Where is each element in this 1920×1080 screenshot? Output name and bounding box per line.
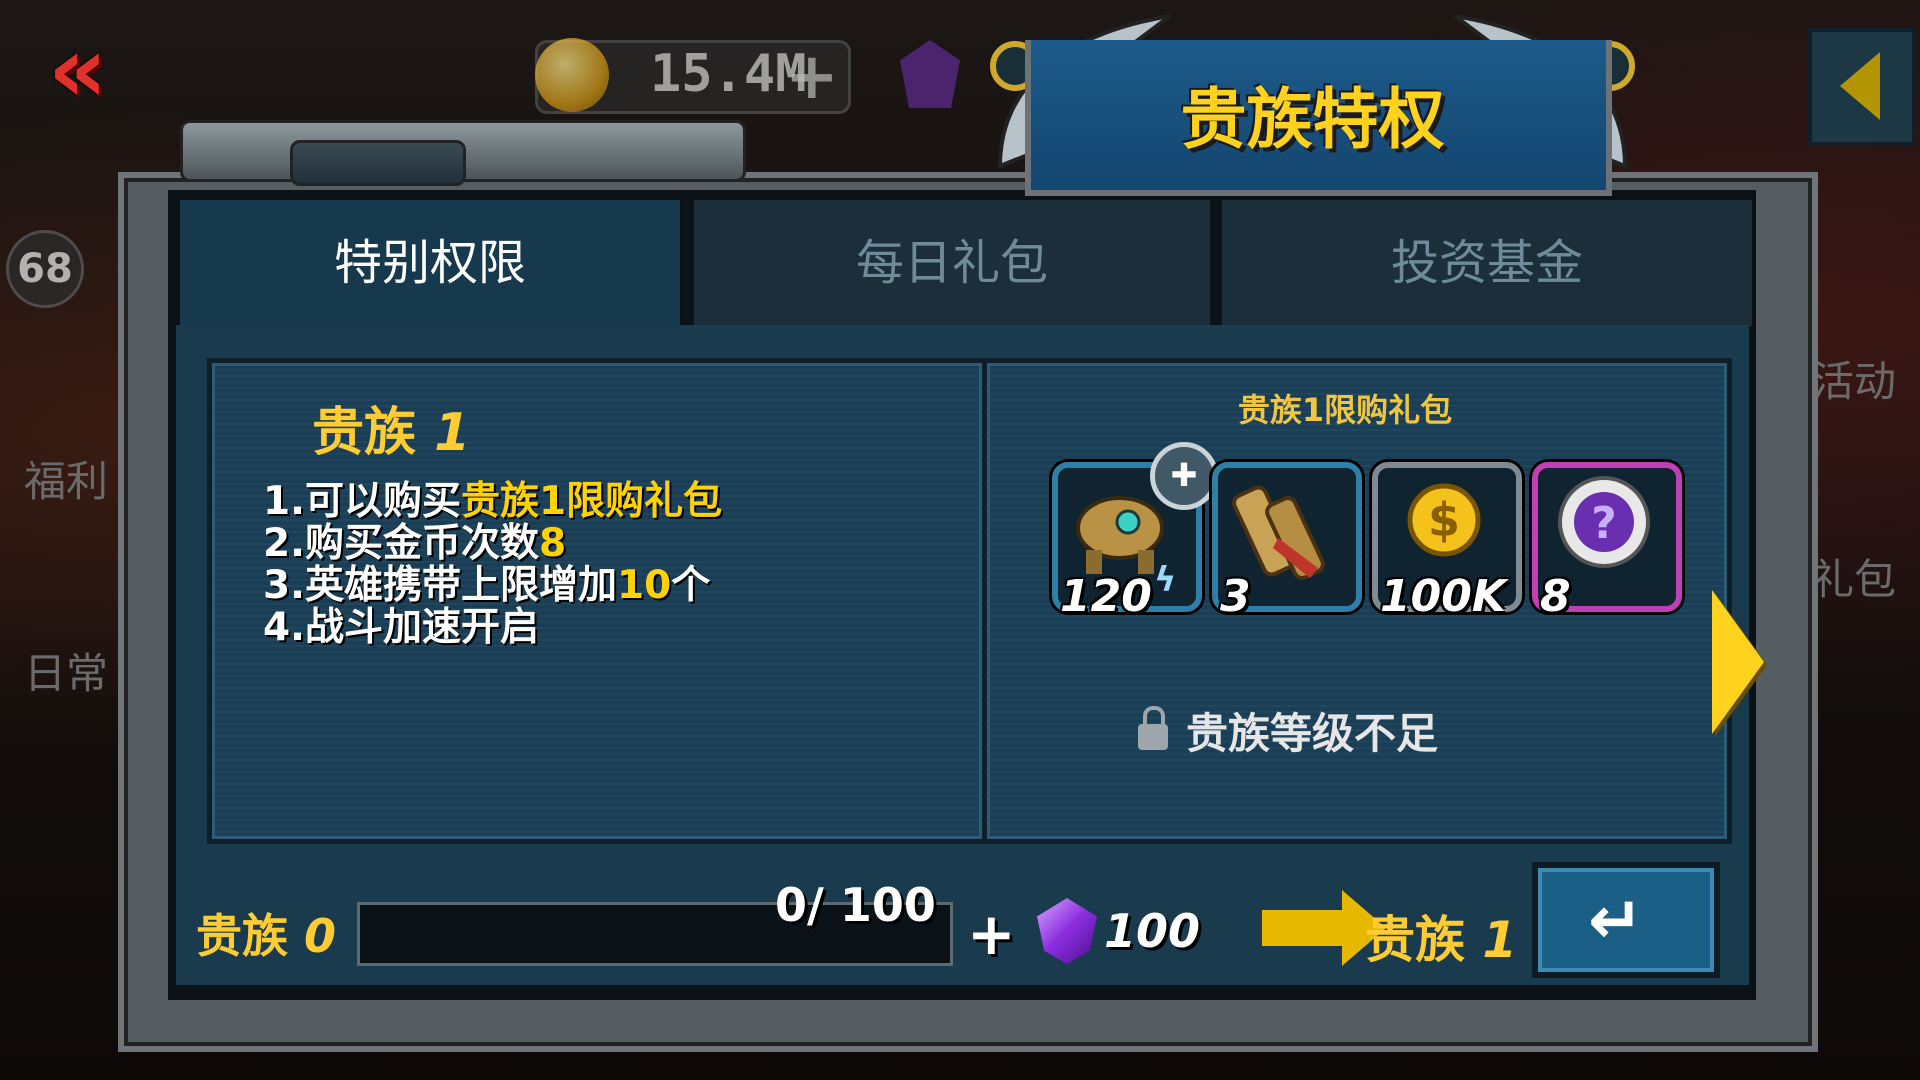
coin-value: 15.4M [650,44,807,104]
chevron-left-icon [1840,52,1880,120]
add-coins-button[interactable]: + [785,40,839,114]
arrow-right-icon [1262,890,1386,966]
back-button[interactable]: « [48,24,144,116]
next-noble-level: 贵族 1 [1365,900,1517,972]
privilege-number: 4. [263,605,305,650]
privilege-highlight: 10 [616,563,672,608]
frame-vent-decoration [290,140,466,186]
page-title: 贵族特权 [1180,81,1445,158]
lightning-icon: ϟ [1154,560,1177,600]
item-quantity: 100K [1380,571,1506,622]
tab-daily-gift[interactable]: 每日礼包 [690,196,1214,330]
lock-icon [1138,705,1168,750]
plus-sign: + [967,900,1016,968]
next-page-arrow-icon[interactable] [1712,590,1764,734]
locked-notice: 贵族等级不足 [1138,700,1438,761]
privilege-suffix: 个 [671,563,711,608]
puzzle-icon: ✚ [1150,442,1218,510]
gift-slot-mystery[interactable]: ? 8 [1532,462,1682,622]
gift-pack-title: 贵族1限购礼包 [1237,391,1453,429]
gift-slot-scroll[interactable]: 3 [1212,462,1362,622]
return-button[interactable]: ↵ [1532,862,1720,978]
return-arrow-icon: ↵ [1588,882,1644,959]
player-level-badge: 68 [6,230,84,308]
noble-level-heading: 贵族 1 [312,390,470,465]
item-quantity: 8 [1540,571,1571,622]
side-menu-toggle[interactable] [1808,28,1916,146]
side-label-welfare: 福利 [24,457,109,506]
side-label-daily: 日常 [24,649,109,698]
progress-text: 0/ 100 [775,878,936,932]
privilege-text: 战斗加速开启 [304,605,539,650]
gift-slot-gold[interactable]: $ 100K [1372,462,1522,622]
svg-text:$: $ [1428,493,1460,547]
gem-amount: 100 [1104,904,1201,958]
locked-text: 贵族等级不足 [1186,709,1439,758]
privilege-item: 4.战斗加速开启 [263,596,539,652]
side-label-events: 活动 [1812,357,1897,406]
item-quantity: 120 [1060,571,1152,622]
side-label-gifts: 礼包 [1812,555,1897,604]
svg-text:?: ? [1591,498,1617,549]
current-noble-level: 贵族 0 [196,900,336,966]
noble-label: 贵族 [312,403,417,463]
item-quantity: 3 [1220,571,1251,622]
current-noble-number: 0 [304,909,337,963]
tab-investment-fund[interactable]: 投资基金 [1218,196,1756,330]
next-noble-label: 贵族 [1365,911,1465,969]
tab-special-privileges[interactable]: 特别权限 [176,196,684,338]
noble-level-number: 1 [434,403,471,463]
next-noble-number: 1 [1482,911,1518,969]
current-noble-label: 贵族 [196,909,288,963]
gold-coin-icon [535,38,609,112]
